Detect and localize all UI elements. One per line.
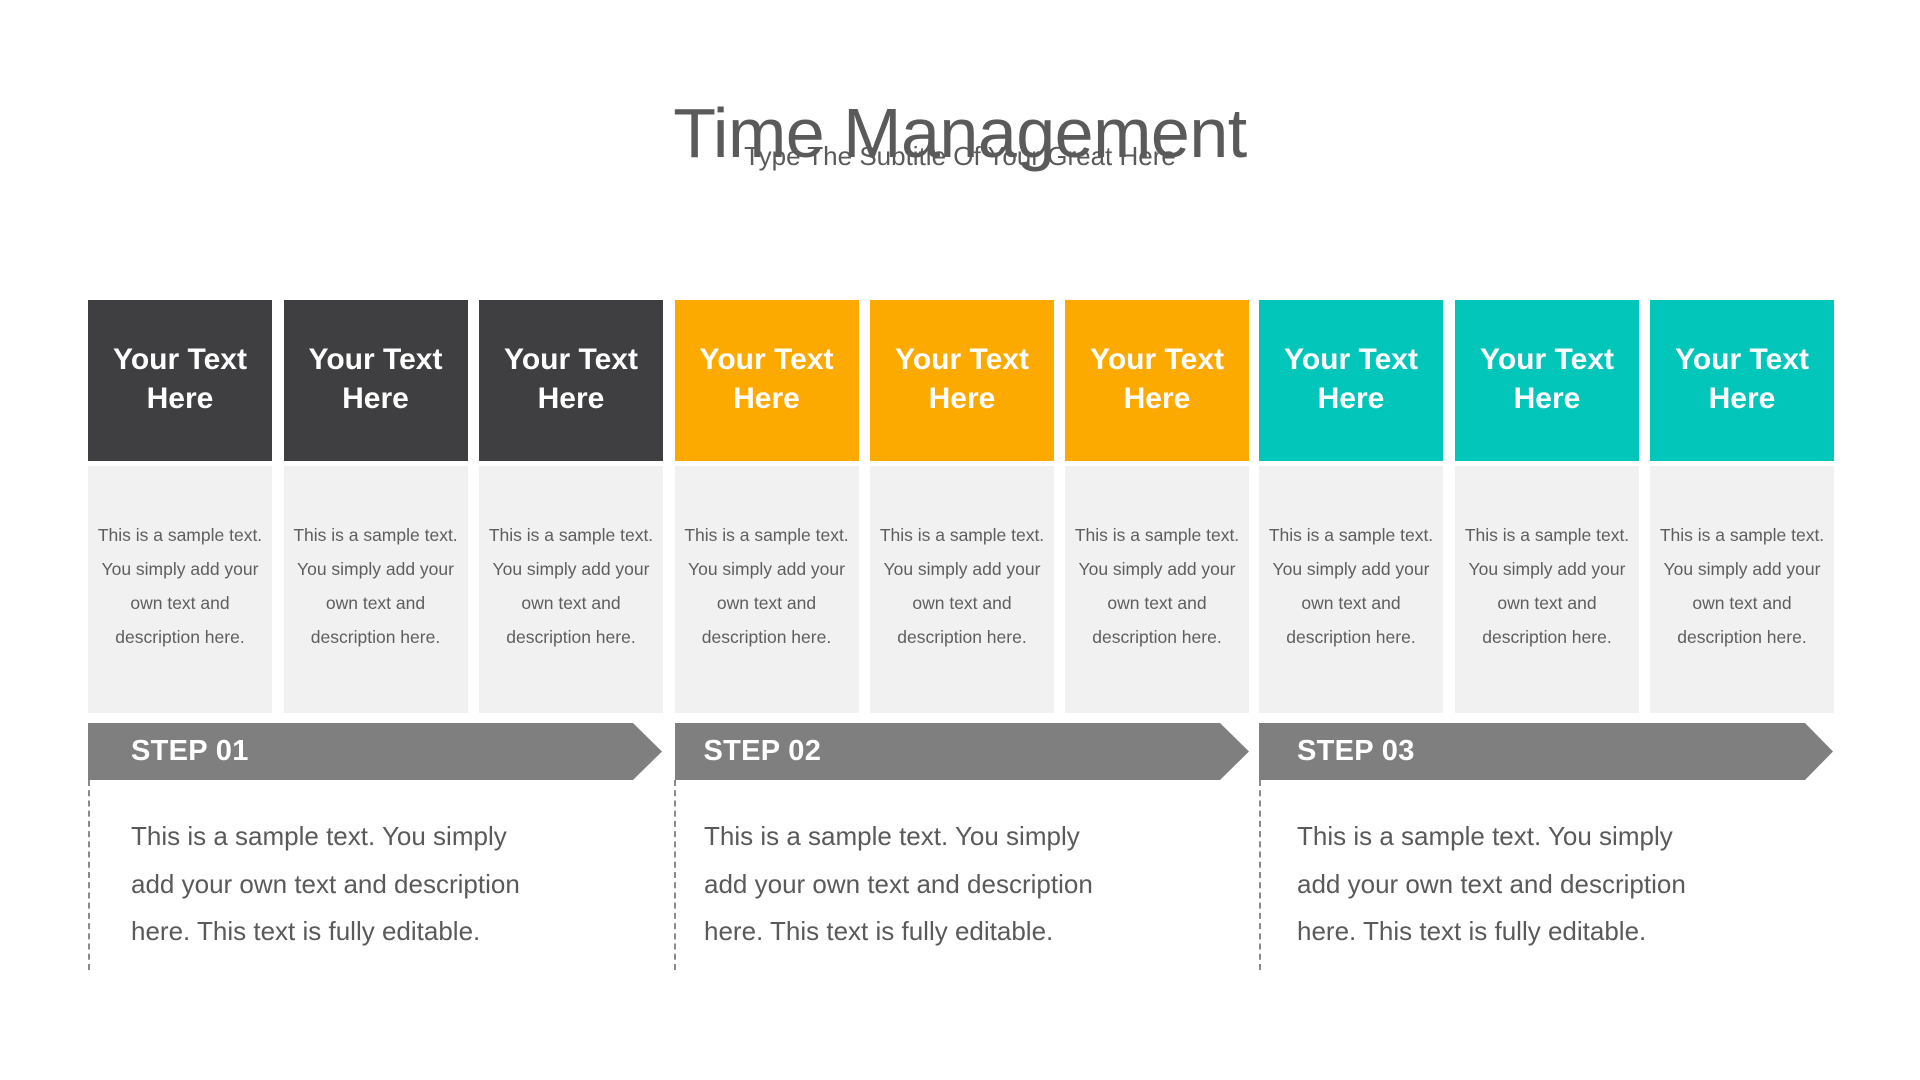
column-heading: Your Text Here (1065, 300, 1249, 461)
dashed-divider (674, 780, 676, 970)
column-heading: Your Text Here (870, 300, 1054, 461)
column-description: This is a sample text. You simply add yo… (283, 466, 468, 713)
column-card: Your Text Here This is a sample text. Yo… (1650, 300, 1834, 713)
column-card: Your Text Here This is a sample text. Yo… (88, 300, 272, 713)
column-card: Your Text Here This is a sample text. Yo… (479, 300, 663, 713)
column-description: This is a sample text. You simply add yo… (479, 466, 663, 713)
column-heading: Your Text Here (674, 300, 859, 461)
column-heading: Your Text Here (1259, 300, 1443, 461)
column-card: Your Text Here This is a sample text. Yo… (1065, 300, 1249, 713)
column-description: This is a sample text. You simply add yo… (674, 466, 859, 713)
dashed-divider (88, 780, 90, 970)
column-card: Your Text Here This is a sample text. Yo… (283, 300, 468, 713)
column-card: Your Text Here This is a sample text. Yo… (1455, 300, 1639, 713)
column-description: This is a sample text. You simply add yo… (1259, 466, 1443, 713)
step-label: STEP 03 (1297, 735, 1415, 767)
column-card: Your Text Here This is a sample text. Yo… (870, 300, 1054, 713)
column-description: This is a sample text. You simply add yo… (870, 466, 1054, 713)
column-card: Your Text Here This is a sample text. Yo… (674, 300, 859, 713)
column-description: This is a sample text. You simply add yo… (1455, 466, 1639, 713)
column-description: This is a sample text. You simply add yo… (1065, 466, 1249, 713)
step-description: This is a sample text. You simply add yo… (131, 821, 520, 946)
page-subtitle: Type The Subtitle Of Your Great Here (744, 141, 1176, 171)
column-heading: Your Text Here (479, 300, 663, 461)
column-description: This is a sample text. You simply add yo… (1650, 466, 1834, 713)
step-banner-1: STEP 01 (88, 723, 662, 780)
step-description: This is a sample text. You simply add yo… (704, 821, 1093, 946)
column-heading: Your Text Here (1455, 300, 1639, 461)
column-card: Your Text Here This is a sample text. Yo… (1259, 300, 1443, 713)
column-heading: Your Text Here (88, 300, 272, 461)
dashed-divider (1259, 780, 1261, 970)
step-banner-3: STEP 03 (1259, 723, 1833, 780)
step-description: This is a sample text. You simply add yo… (1297, 821, 1686, 946)
step-label: STEP 01 (131, 735, 249, 767)
step-banner-2: STEP 02 (674, 723, 1249, 780)
column-heading: Your Text Here (283, 300, 468, 461)
column-heading: Your Text Here (1650, 300, 1834, 461)
step-label: STEP 02 (703, 735, 822, 767)
column-description: This is a sample text. You simply add yo… (88, 466, 272, 713)
